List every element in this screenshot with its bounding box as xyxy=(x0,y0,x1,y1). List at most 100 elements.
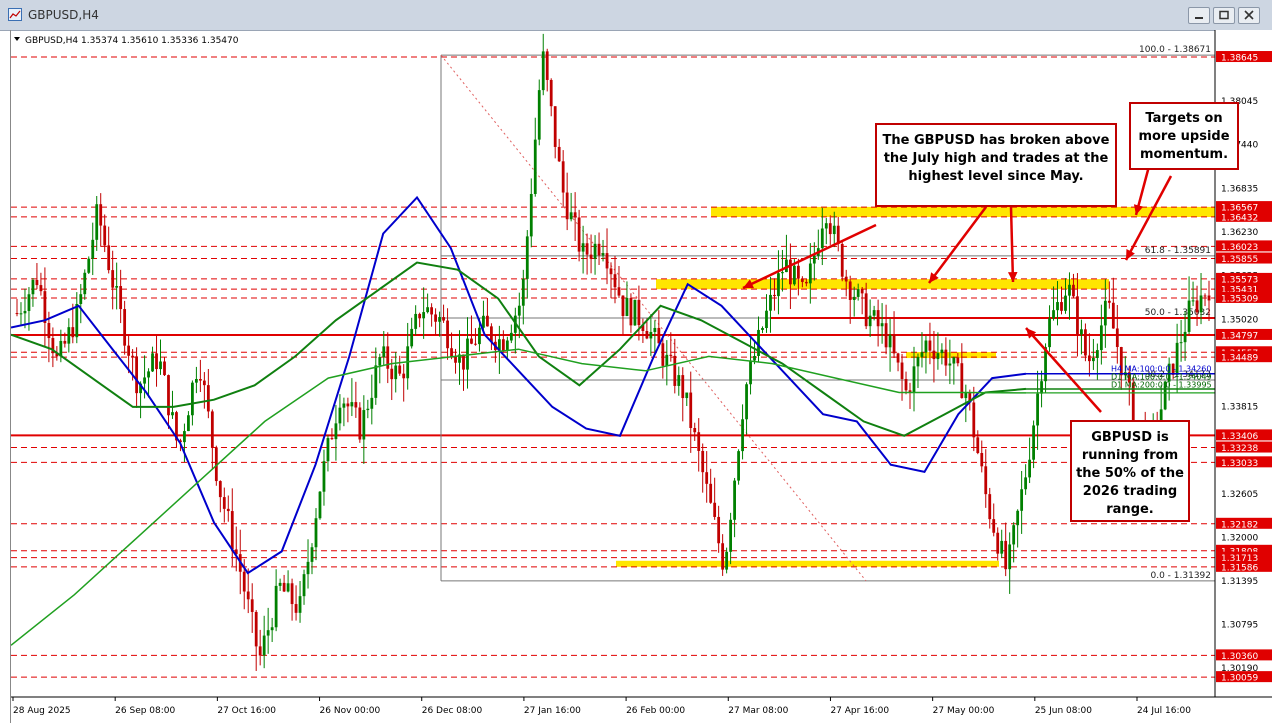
candle-body xyxy=(1008,544,1012,570)
candle-body xyxy=(713,502,717,517)
price-axis-label: 1.38645 xyxy=(1221,54,1258,64)
candle-body xyxy=(617,287,621,296)
candle-body xyxy=(91,239,95,259)
candle-body xyxy=(1191,300,1195,302)
candle-body xyxy=(1056,302,1059,311)
candle-body xyxy=(920,352,924,357)
candle-body xyxy=(462,354,465,370)
price-axis-label: 1.32605 xyxy=(1221,490,1258,500)
candle-body xyxy=(466,338,469,370)
candle-body xyxy=(581,243,585,252)
candle-body xyxy=(274,585,278,628)
candle-body xyxy=(737,451,740,481)
time-axis-label: 27 Mar 08:00 xyxy=(728,706,788,716)
candle-body xyxy=(478,327,481,345)
candle-body xyxy=(83,272,87,295)
candle-body xyxy=(1203,295,1207,297)
collapse-triangle-icon[interactable] xyxy=(14,37,20,41)
candle-body xyxy=(693,427,697,433)
candle-body xyxy=(721,543,725,570)
candle-body xyxy=(1080,329,1083,335)
candle-body xyxy=(896,353,900,363)
maximize-button[interactable] xyxy=(1213,7,1235,24)
candle-body xyxy=(398,365,402,374)
candle-body xyxy=(701,450,705,473)
candle-body xyxy=(1036,393,1039,426)
candle-body xyxy=(1020,489,1024,511)
candle-body xyxy=(717,516,721,544)
candle-body xyxy=(876,310,880,327)
annotation-targets: Targets on more upside momentum. xyxy=(1129,102,1239,170)
candle-body xyxy=(183,431,186,443)
candle-body xyxy=(533,139,537,194)
time-axis-label: 26 Feb 00:00 xyxy=(626,706,685,716)
candle-body xyxy=(892,334,896,354)
candle-body xyxy=(577,217,581,252)
candle-body xyxy=(828,223,832,235)
candle-body xyxy=(222,497,226,509)
candle-body xyxy=(944,349,948,366)
candle-body xyxy=(163,361,166,376)
candle-body xyxy=(298,596,302,613)
candle-body xyxy=(202,380,206,386)
candle-body xyxy=(206,385,210,412)
candle-body xyxy=(844,276,848,282)
candle-body xyxy=(111,270,115,288)
candle-body xyxy=(119,286,123,310)
time-axis-label: 28 Aug 2025 xyxy=(13,706,71,716)
candle-body xyxy=(565,192,569,220)
candle-body xyxy=(669,354,673,356)
candle-body xyxy=(103,225,107,246)
support-resistance-zone xyxy=(616,560,999,567)
candle-body xyxy=(884,323,888,348)
candle-body xyxy=(800,278,804,282)
time-axis-label: 27 May 00:00 xyxy=(933,706,995,716)
price-axis-label: 1.36023 xyxy=(1221,243,1258,253)
candle-body xyxy=(665,354,669,366)
candle-body xyxy=(820,228,824,249)
candle-body xyxy=(191,382,194,416)
candle-body xyxy=(143,377,146,384)
candle-body xyxy=(705,472,709,484)
candle-body xyxy=(808,263,812,284)
candle-body xyxy=(645,330,649,339)
candle-body xyxy=(198,378,202,381)
candle-body xyxy=(1048,318,1051,348)
candle-body xyxy=(541,51,545,91)
time-axis-label: 25 Jun 08:00 xyxy=(1035,706,1092,716)
candle-body xyxy=(689,392,693,428)
price-axis-label: 1.30360 xyxy=(1221,652,1258,662)
candle-body xyxy=(131,355,135,357)
time-axis-label: 24 Jul 16:00 xyxy=(1137,706,1191,716)
candle-body xyxy=(769,294,772,311)
candle-body xyxy=(864,293,868,327)
candle-body xyxy=(761,328,764,330)
minimize-icon xyxy=(1195,17,1203,19)
candle-body xyxy=(589,254,593,259)
price-axis-label: 1.30795 xyxy=(1221,620,1258,630)
candle-body xyxy=(446,320,449,349)
candle-body xyxy=(302,574,306,597)
candle-body xyxy=(1095,350,1099,358)
price-axis-label: 1.33406 xyxy=(1221,432,1258,442)
candle-body xyxy=(262,635,266,656)
time-axis-label: 26 Dec 08:00 xyxy=(422,706,483,716)
candle-body xyxy=(872,310,876,316)
candle-body xyxy=(637,299,641,326)
candle-body xyxy=(19,313,23,315)
symbol-info: GBPUSD,H4 1.35374 1.35610 1.35336 1.3547… xyxy=(25,36,239,46)
candle-body xyxy=(1028,459,1032,478)
candle-body xyxy=(824,223,828,229)
chart-area[interactable]: 100.0 - 1.38671 61.8 - 1.35891 50.0 - 1.35… xyxy=(10,30,1272,723)
minimize-button[interactable] xyxy=(1188,7,1210,24)
candle-body xyxy=(1032,425,1035,460)
h4-ma-100-line xyxy=(11,195,1027,575)
candle-body xyxy=(916,356,920,367)
title-bar[interactable]: GBPUSD,H4 xyxy=(0,0,1272,31)
candle-body xyxy=(601,253,605,256)
close-button[interactable] xyxy=(1238,7,1260,24)
candle-body xyxy=(900,362,904,379)
candle-body xyxy=(159,361,162,370)
candle-body xyxy=(1072,284,1075,297)
candle-body xyxy=(804,281,808,284)
